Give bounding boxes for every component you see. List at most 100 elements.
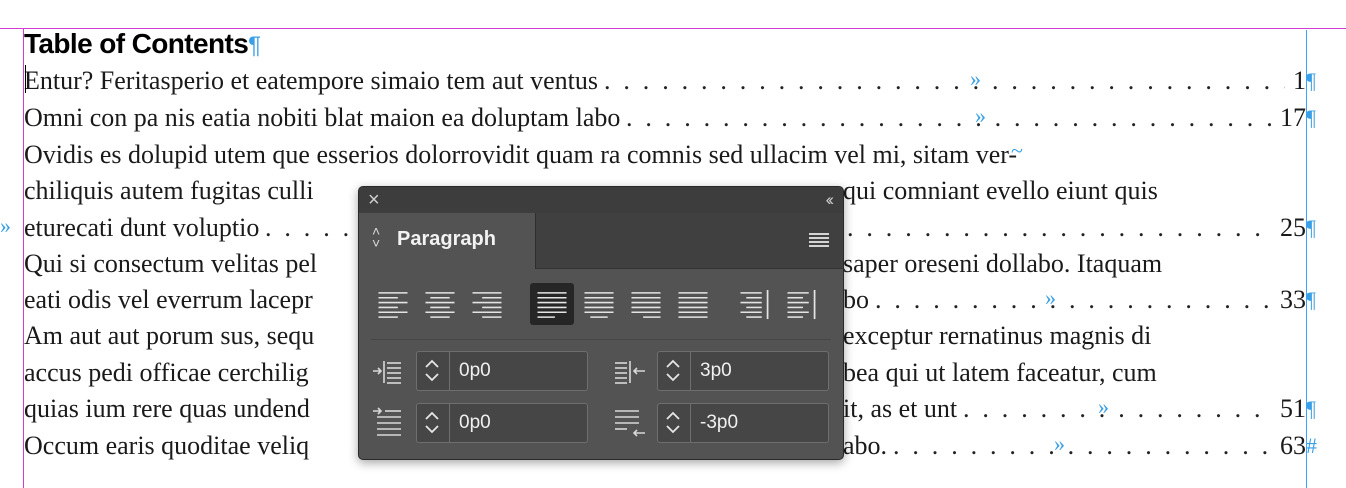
- justify-left-button[interactable]: [530, 283, 574, 325]
- justify-right-button[interactable]: [624, 283, 668, 325]
- discretionary-hyphen-icon: ~: [1011, 138, 1023, 163]
- last-line-indent-stepper[interactable]: [658, 404, 691, 442]
- chevron-down-icon[interactable]: [666, 373, 680, 383]
- toc-entry-text-continued: abo.: [843, 431, 888, 460]
- chevron-down-icon[interactable]: [425, 425, 439, 435]
- tab-leader-dots: . . . . . . . . . . . . . . . . . . . . …: [893, 431, 1272, 460]
- tab-leader-dots: . . . . . . . . . . . . . . . . . . . . …: [604, 66, 1285, 95]
- align-right-button[interactable]: [465, 283, 509, 325]
- toc-entry-text: Qui si consectum velitas pel: [24, 249, 318, 278]
- pilcrow-icon: ¶: [248, 32, 261, 59]
- right-indent-value: 3p0: [700, 360, 732, 381]
- toc-entry-text: Am aut aut porum sus, sequ: [24, 321, 315, 350]
- pilcrow-icon: ¶: [1306, 215, 1316, 240]
- toc-entry-text: chiliquis autem fugitas culli: [24, 176, 314, 205]
- paragraph-panel[interactable]: × ‹‹ ˄ ˅ Paragraph 0p0 3p0 0p0 -3p0: [358, 186, 844, 460]
- toc-page-number: 63: [1280, 431, 1306, 460]
- toc-entry-text-continued: bo: [843, 285, 869, 314]
- last-line-indent-field[interactable]: -3p0: [657, 403, 829, 443]
- pilcrow-icon: ¶: [1306, 396, 1316, 421]
- tab-marker-icon: »: [970, 66, 981, 91]
- toc-page-number: 33: [1280, 285, 1306, 314]
- toc-page-number: 51: [1280, 394, 1306, 423]
- align-away-from-spine-button[interactable]: [780, 283, 824, 325]
- tab-leader-dots: . . . . . . . . . . . . . . . . . . . . …: [626, 103, 1272, 132]
- justify-all-icon: [678, 292, 708, 318]
- first-line-indent-value: 0p0: [459, 412, 491, 433]
- justify-center-icon: [584, 292, 614, 318]
- pilcrow-icon: ¶: [1306, 68, 1316, 93]
- align-towards-spine-icon: [740, 290, 769, 320]
- end-of-story-icon: #: [1306, 433, 1317, 458]
- tab-leader-dots: . . . . . . . . . . . . . . . . . . . . …: [963, 394, 1272, 423]
- panel-menu-icon[interactable]: [809, 233, 829, 247]
- toc-entry-text: Omni con pa nis eatia nobiti blat maion …: [24, 103, 621, 132]
- left-indent-icon: [373, 361, 401, 384]
- right-indent-stepper[interactable]: [658, 352, 691, 390]
- align-towards-spine-button[interactable]: [733, 283, 777, 325]
- toc-entry-text-continued: it, as et unt: [843, 394, 958, 423]
- text-cursor: [25, 65, 26, 93]
- chevron-up-icon[interactable]: [425, 410, 439, 420]
- toc-entry-text-continued: saper oreseni dollabo. Itaquam: [843, 249, 1163, 278]
- tab-marker-icon: »: [0, 213, 11, 238]
- toc-entry-text: quias ium rere quas undend: [24, 394, 310, 423]
- right-indent-icon: [615, 361, 645, 384]
- tab-marker-icon: »: [1045, 285, 1056, 310]
- collapse-icon[interactable]: ‹‹: [826, 190, 835, 210]
- panel-title-bar[interactable]: × ‹‹: [359, 187, 843, 213]
- toc-entry[interactable]: Entur? Feritasperio et eatempore simaio …: [24, 63, 1316, 99]
- toc-entry-text: Occum earis quoditae veliq: [24, 431, 310, 460]
- left-indent-stepper[interactable]: [417, 352, 450, 390]
- justify-all-button[interactable]: [671, 283, 715, 325]
- panel-tab-bar: ˄ ˅ Paragraph: [359, 213, 843, 269]
- align-center-icon: [425, 292, 455, 318]
- toc-entry-text: Entur? Feritasperio et eatempore simaio …: [24, 66, 598, 95]
- chevron-up-icon[interactable]: [666, 358, 680, 368]
- justify-right-icon: [631, 292, 661, 318]
- justify-left-icon: [537, 292, 567, 318]
- close-icon[interactable]: ×: [368, 189, 380, 211]
- first-line-indent-stepper[interactable]: [417, 404, 450, 442]
- tab-marker-icon: »: [975, 103, 986, 128]
- justify-center-button[interactable]: [577, 283, 621, 325]
- chevron-down-icon[interactable]: [666, 425, 680, 435]
- toc-entry-text: eati odis vel everrum lacepr: [24, 285, 313, 314]
- tab-paragraph[interactable]: ˄ ˅ Paragraph: [359, 213, 536, 269]
- align-center-button[interactable]: [418, 283, 462, 325]
- first-line-indent-icon: [373, 407, 401, 436]
- toc-entry-text-continued: qui comniant evello eiunt quis: [843, 176, 1158, 205]
- left-indent-value: 0p0: [459, 360, 491, 381]
- align-left-icon: [378, 292, 408, 318]
- last-line-indent-value: -3p0: [700, 412, 739, 433]
- tab-paragraph-label: Paragraph: [397, 228, 496, 250]
- toc-entry-text: accus pedi officae cerchilig: [24, 358, 309, 387]
- toc-page-number: 17: [1280, 103, 1306, 132]
- page-title[interactable]: Table of Contents¶: [24, 26, 261, 64]
- tab-marker-icon: »: [1054, 431, 1065, 456]
- toc-page-number: 25: [1280, 213, 1306, 242]
- toc-entry-text-continued: bea qui ut latem faceatur, cum: [843, 358, 1157, 387]
- right-indent-field[interactable]: 3p0: [657, 351, 829, 391]
- last-line-indent-icon: [615, 410, 645, 437]
- tab-options-icon[interactable]: ˄ ˅: [372, 224, 380, 250]
- align-left-button[interactable]: [371, 283, 415, 325]
- toc-entry-text: Ovidis es dolupid utem que esserios dolo…: [24, 140, 1018, 169]
- align-away-from-spine-icon: [787, 290, 816, 320]
- tab-leader-dots: . . . . . . . . . . . . . . . . . . . . …: [875, 285, 1272, 314]
- chevron-up-icon[interactable]: [666, 410, 680, 420]
- toc-entry-text-continued: exceptur rernatinus magnis di: [843, 321, 1152, 350]
- left-indent-field[interactable]: 0p0: [416, 351, 588, 391]
- tab-marker-icon: »: [1098, 394, 1109, 419]
- chevron-down-icon[interactable]: [425, 373, 439, 383]
- toc-entry[interactable]: Omni con pa nis eatia nobiti blat maion …: [24, 100, 1316, 136]
- first-line-indent-field[interactable]: 0p0: [416, 403, 588, 443]
- pilcrow-icon: ¶: [1306, 287, 1316, 312]
- toc-entry[interactable]: Ovidis es dolupid utem que esserios dolo…: [24, 137, 1306, 173]
- toc-entry-text: eturecati dunt voluptio: [24, 213, 260, 242]
- align-right-icon: [472, 292, 502, 318]
- toc-page-number: 1: [1293, 66, 1306, 95]
- divider: [371, 339, 831, 340]
- pilcrow-icon: ¶: [1306, 105, 1316, 130]
- chevron-up-icon[interactable]: [425, 358, 439, 368]
